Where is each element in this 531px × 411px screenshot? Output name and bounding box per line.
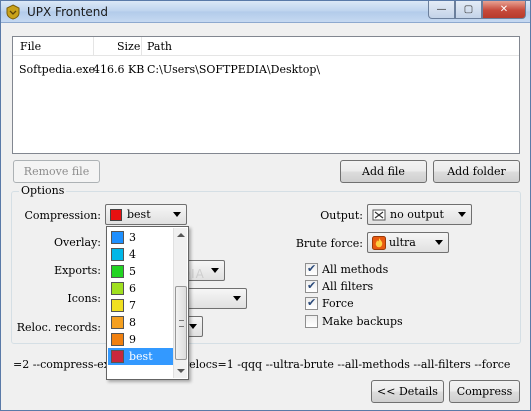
flame-icon [372, 235, 386, 250]
option-label: best [129, 350, 153, 363]
compression-dropdown-list[interactable]: 3 4 5 6 7 8 9 best [106, 226, 189, 380]
exports-label: Exports: [54, 264, 101, 277]
compress-button[interactable]: Compress [449, 380, 520, 403]
scroll-down-icon[interactable] [177, 369, 185, 373]
dropdown-option-8[interactable]: 8 [108, 314, 174, 331]
minimize-button[interactable]: — [428, 1, 455, 19]
option-label: 6 [129, 282, 136, 295]
add-folder-button[interactable]: Add folder [433, 160, 520, 183]
color-swatch [111, 282, 124, 295]
file-path-cell: C:\Users\SOFTPEDIA\Desktop\ [147, 63, 321, 76]
color-swatch [111, 265, 124, 278]
checkbox-label: All methods [322, 262, 389, 276]
checkbox-label: Force [322, 296, 354, 310]
dropdown-option-5[interactable]: 5 [108, 263, 174, 280]
force-checkbox[interactable]: Force [305, 296, 354, 310]
chevron-down-icon [173, 212, 181, 217]
column-header-path[interactable]: Path [147, 40, 172, 53]
color-swatch [111, 333, 124, 346]
overlay-label: Overlay: [54, 236, 101, 249]
checkbox-box[interactable] [305, 279, 318, 293]
brute-force-select[interactable]: ultra [367, 232, 449, 253]
checkbox-box[interactable] [305, 314, 318, 328]
all-methods-checkbox[interactable]: All methods [305, 262, 388, 276]
color-swatch [111, 350, 124, 363]
output-label: Output: [320, 209, 363, 222]
file-size-cell: 416.6 KB [93, 63, 145, 76]
window-controls: — ▢ ✕ [428, 1, 526, 19]
option-label: 3 [129, 231, 136, 244]
compression-value: best [127, 208, 151, 221]
chevron-down-icon [189, 324, 197, 329]
brute-force-value: ultra [389, 235, 416, 249]
output-value: no output [390, 208, 444, 221]
icons-select[interactable] [179, 288, 247, 309]
main-window: UPX Frontend — ▢ ✕ File Size Path Softpe… [0, 0, 531, 411]
checkbox-label: Make backups [322, 314, 403, 328]
column-header-size[interactable]: Size [117, 40, 140, 53]
chevron-down-icon [233, 296, 241, 301]
dropdown-option-7[interactable]: 7 [108, 297, 174, 314]
remove-file-button[interactable]: Remove file [13, 160, 100, 183]
option-label: 7 [129, 299, 136, 312]
all-filters-checkbox[interactable]: All filters [305, 279, 373, 293]
upx-app-icon [6, 4, 20, 20]
column-header-file[interactable]: File [20, 40, 41, 53]
checkbox-box[interactable] [305, 296, 318, 310]
scroll-up-icon[interactable] [177, 233, 185, 237]
file-list-header: File Size Path [13, 37, 519, 56]
color-swatch [111, 248, 124, 261]
dropdown-option-best[interactable]: best [108, 348, 174, 365]
scrollbar-thumb[interactable] [175, 286, 187, 360]
chevron-down-icon [435, 240, 443, 245]
column-divider[interactable] [93, 37, 94, 56]
title-bar[interactable]: UPX Frontend — ▢ ✕ [1, 1, 530, 23]
make-backups-checkbox[interactable]: Make backups [305, 314, 403, 328]
option-label: 9 [129, 333, 136, 346]
compression-select[interactable]: best [105, 204, 187, 225]
chevron-down-icon [458, 212, 466, 217]
options-group-title: Options [19, 184, 67, 197]
option-label: 4 [129, 248, 136, 261]
dropdown-scrollbar[interactable] [173, 228, 187, 378]
reloc-records-label: Reloc. records: [16, 321, 101, 334]
dropdown-option-6[interactable]: 6 [108, 280, 174, 297]
close-button[interactable]: ✕ [482, 1, 526, 19]
dropdown-option-4[interactable]: 4 [108, 246, 174, 263]
dropdown-option-9[interactable]: 9 [108, 331, 174, 348]
dropdown-option-3[interactable]: 3 [108, 229, 174, 246]
compression-label: Compression: [24, 209, 101, 222]
option-label: 5 [129, 265, 136, 278]
window-title: UPX Frontend [27, 5, 109, 19]
option-label: 8 [129, 316, 136, 329]
color-swatch [111, 231, 124, 244]
color-swatch [111, 316, 124, 329]
output-select[interactable]: no output [367, 204, 472, 225]
details-button[interactable]: << Details [371, 380, 444, 403]
file-list[interactable]: File Size Path Softpedia.exe 416.6 KB C:… [12, 36, 520, 154]
maximize-button[interactable]: ▢ [455, 1, 482, 19]
checkbox-label: All filters [322, 279, 374, 293]
column-divider[interactable] [141, 37, 142, 56]
checkbox-box[interactable] [305, 262, 318, 276]
file-row[interactable]: Softpedia.exe 416.6 KB C:\Users\SOFTPEDI… [13, 63, 519, 79]
icons-label: Icons: [67, 292, 101, 305]
add-file-button[interactable]: Add file [340, 160, 427, 183]
file-name-cell: Softpedia.exe [19, 63, 96, 76]
command-line-preview: =2 --compress-exp skip --strip-relocs=1 … [13, 358, 511, 371]
color-swatch [111, 299, 124, 312]
no-output-icon [372, 209, 386, 221]
chevron-down-icon [211, 268, 219, 273]
compression-color-swatch [110, 209, 122, 221]
brute-force-label: Brute force: [295, 237, 363, 250]
